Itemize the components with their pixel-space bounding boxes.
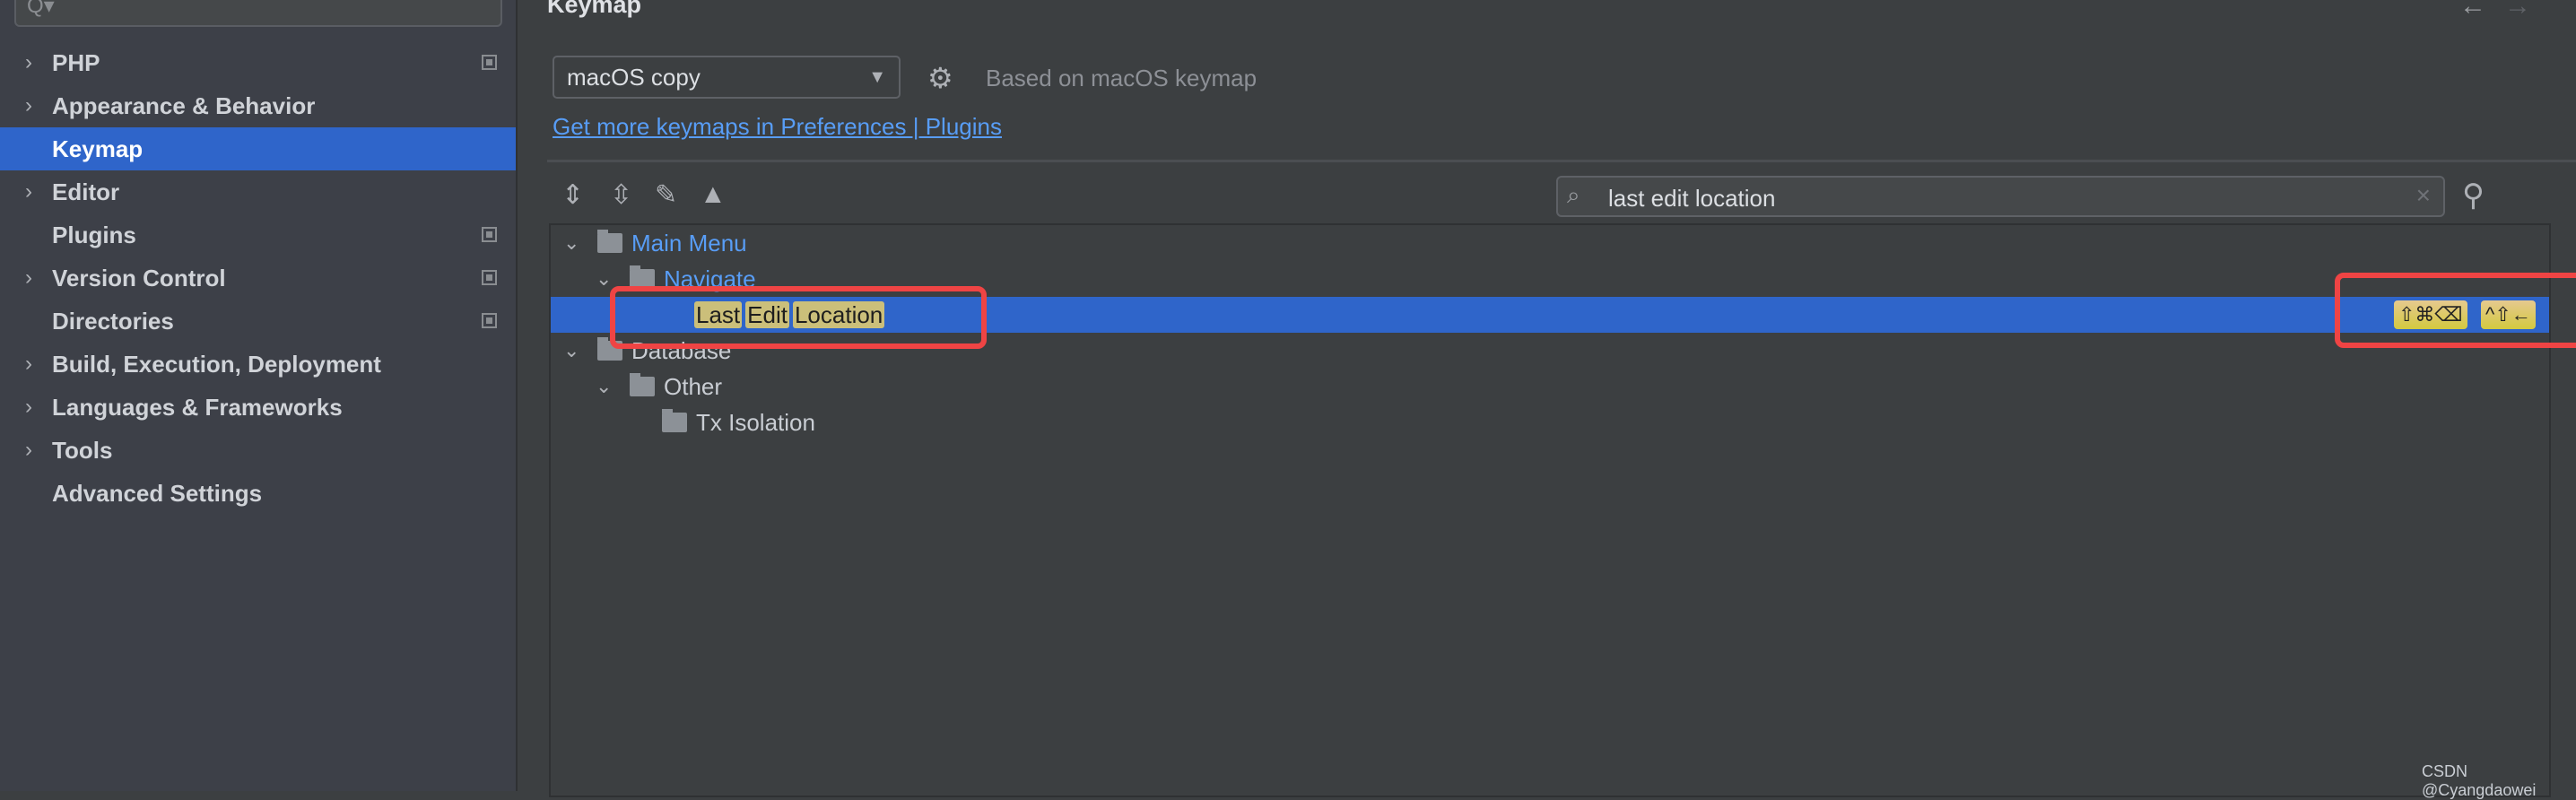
warning-icon[interactable]: ▲	[700, 179, 727, 210]
sidebar-item-advanced-settings[interactable]: Advanced Settings	[0, 472, 516, 515]
chevron-right-icon[interactable]: ›	[25, 343, 32, 386]
expand-all-icon[interactable]: ⇕	[561, 179, 584, 211]
tree-row-tx-isolation[interactable]: Tx Isolation	[551, 404, 2549, 440]
chevron-right-icon[interactable]: ›	[25, 429, 32, 472]
sidebar-item-version-control[interactable]: › Version Control	[0, 257, 516, 300]
plugin-folder-icon	[630, 373, 655, 396]
project-level-icon	[482, 55, 497, 70]
chevron-right-icon[interactable]: ›	[25, 257, 32, 300]
sidebar-item-label: Editor	[52, 178, 120, 205]
chevron-right-icon[interactable]: ›	[25, 84, 32, 127]
clear-icon[interactable]: ×	[2416, 181, 2431, 210]
annotation-box-shortcuts	[2335, 273, 2576, 348]
history-nav: ←→	[2459, 0, 2549, 22]
keymap-selected-value: macOS copy	[567, 64, 701, 91]
sidebar-item-appearance-behavior[interactable]: › Appearance & Behavior	[0, 84, 516, 127]
chevron-down-icon[interactable]: ⌄	[563, 225, 579, 261]
sidebar-item-directories[interactable]: Directories	[0, 300, 516, 343]
settings-sidebar: Q▾ › PHP › Appearance & Behavior Keymap › Edit…	[0, 0, 518, 791]
sidebar-item-label: Tools	[52, 437, 113, 464]
chevron-right-icon[interactable]: ›	[25, 170, 32, 213]
chevron-right-icon[interactable]: ›	[25, 41, 32, 84]
page-title: Keymap	[547, 0, 642, 18]
sidebar-item-label: PHP	[52, 49, 100, 76]
gear-icon[interactable]: ⚙	[927, 61, 953, 95]
get-more-keymaps-link[interactable]: Get more keymaps in Preferences | Plugin…	[553, 113, 1002, 141]
sidebar-item-label: Build, Execution, Deployment	[52, 351, 381, 378]
folder-icon	[662, 409, 687, 432]
tree-label: Other	[664, 373, 723, 400]
project-level-icon	[482, 270, 497, 285]
sidebar-item-label: Appearance & Behavior	[52, 92, 316, 119]
sidebar-item-php[interactable]: › PHP	[0, 41, 516, 84]
sidebar-item-build-execution-deployment[interactable]: › Build, Execution, Deployment	[0, 343, 516, 386]
sidebar-item-label: Keymap	[52, 135, 144, 162]
chevron-right-icon[interactable]: ›	[25, 386, 32, 429]
tree-row-main-menu[interactable]: ⌄ Main Menu	[551, 225, 2549, 261]
sidebar-item-languages-frameworks[interactable]: › Languages & Frameworks	[0, 386, 516, 429]
sidebar-item-tools[interactable]: › Tools	[0, 429, 516, 472]
edit-icon[interactable]: ✎	[655, 179, 677, 211]
project-level-icon	[482, 313, 497, 328]
sidebar-item-plugins[interactable]: Plugins	[0, 213, 516, 257]
based-on-label: Based on macOS keymap	[986, 65, 1258, 91]
chevron-down-icon: ▼	[868, 67, 886, 87]
sidebar-item-label: Languages & Frameworks	[52, 394, 343, 421]
sidebar-item-keymap[interactable]: Keymap	[0, 127, 516, 170]
sidebar-item-label: Advanced Settings	[52, 480, 263, 507]
sidebar-item-label: Directories	[52, 308, 174, 335]
sidebar-item-editor[interactable]: › Editor	[0, 170, 516, 213]
divider	[547, 160, 2576, 162]
tree-row-other[interactable]: ⌄ Other	[551, 369, 2549, 404]
sidebar-item-label: Version Control	[52, 265, 226, 291]
sidebar-item-label: Plugins	[52, 222, 136, 248]
forward-arrow-icon[interactable]: →	[2504, 0, 2549, 21]
keymap-select[interactable]: macOS copy ▼	[553, 56, 901, 99]
action-search-input[interactable]: ⌕ last edit location ×	[1556, 176, 2445, 217]
tree-label: Main Menu	[631, 230, 747, 257]
back-arrow-icon[interactable]: ←	[2459, 0, 2504, 21]
chevron-down-icon[interactable]: ⌄	[596, 369, 612, 404]
chevron-down-icon[interactable]: ⌄	[563, 333, 579, 369]
settings-search-input[interactable]: Q▾	[14, 0, 502, 27]
tree-label: Tx Isolation	[696, 409, 815, 436]
search-icon: Q▾	[27, 0, 55, 18]
menu-folder-icon	[597, 230, 622, 253]
find-by-shortcut-icon[interactable]: ⚲	[2462, 178, 2485, 213]
watermark: CSDN @Cyangdaowei	[2422, 762, 2537, 799]
collapse-all-icon[interactable]: ⇳	[610, 179, 632, 211]
search-icon: ⌕	[1567, 181, 1580, 208]
search-value: last edit location	[1608, 185, 1776, 212]
annotation-box-action	[610, 286, 987, 349]
project-level-icon	[482, 227, 497, 242]
